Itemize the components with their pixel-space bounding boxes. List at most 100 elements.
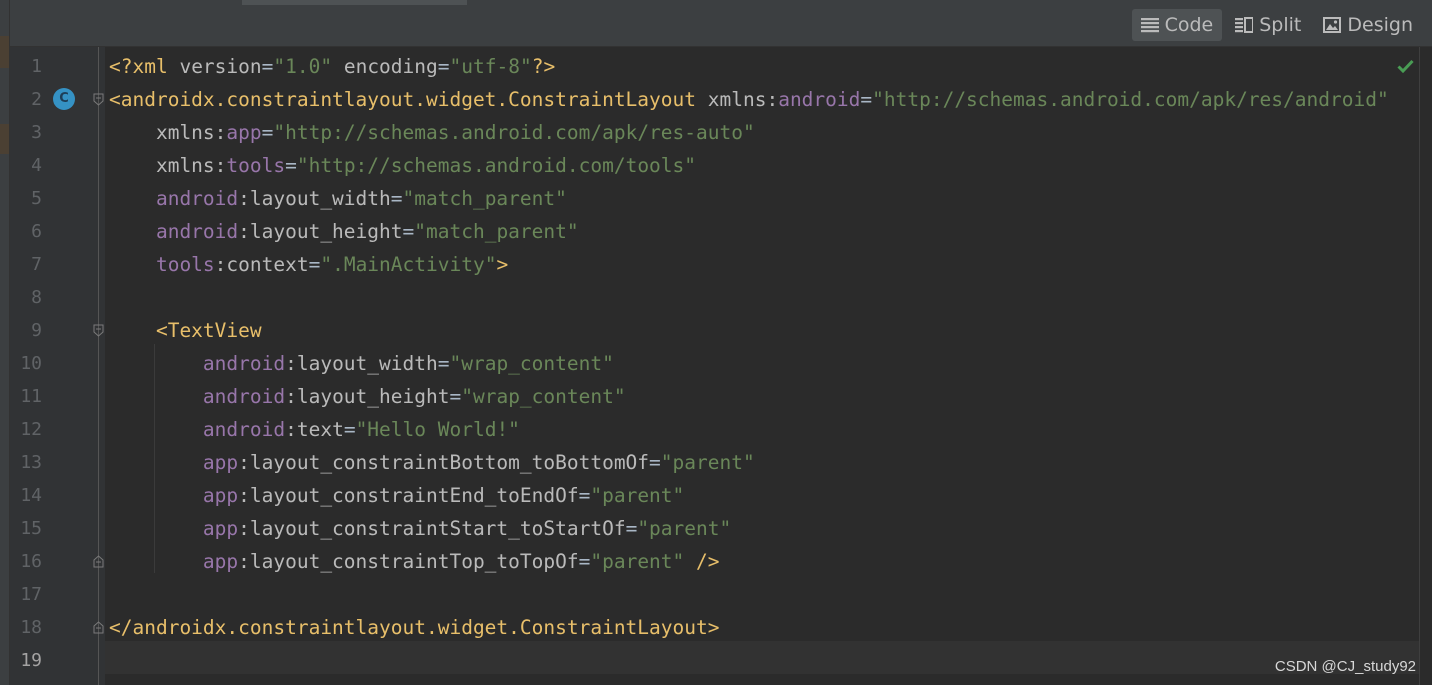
token-ns: android [778,88,861,111]
watermark: CSDN @CJ_study92 [1274,658,1416,675]
token-attr: xmlns: [109,154,227,177]
code-text: android:layout_width="match_parent" [109,182,567,215]
token-attr: :layout_height [238,220,403,243]
code-line[interactable]: 15 app:layout_constraintStart_toStartOf=… [10,512,1432,545]
code-line[interactable]: 19 [10,644,1432,677]
token-ns: app [109,517,239,540]
line-number: 17 [20,584,42,605]
line-number: 6 [31,221,42,242]
code-line[interactable]: 10 android:layout_width="wrap_content" [10,347,1432,380]
line-number: 12 [20,419,42,440]
strip-marker [0,36,9,68]
code-line[interactable]: 8 [10,281,1432,314]
token-pun: = [343,418,356,441]
code-lines-icon [1140,17,1159,33]
code-line[interactable]: 13 app:layout_constraintBottom_toBottomO… [10,446,1432,479]
token-str: "http://schemas.android.com/apk/res/andr… [872,88,1389,111]
code-line[interactable]: 5 android:layout_width="match_parent" [10,182,1432,215]
line-number: 2 [31,89,42,110]
code-line[interactable]: 7 tools:context=".MainActivity"> [10,248,1432,281]
token-pun: = [649,451,661,474]
strip-marker [0,124,9,154]
line-number: 19 [20,650,42,671]
line-number: 5 [31,188,42,209]
token-pun: = [449,385,462,408]
token-str: ".MainActivity" [320,253,497,276]
code-text: app:layout_constraintStart_toStartOf="pa… [109,512,731,545]
token-pun: = [860,88,873,111]
editor-toolbar: Code Split Design [10,0,1432,47]
token-attr: xmlns: [109,121,227,144]
code-text: <TextView [109,314,262,347]
code-line[interactable]: 1 <?xml version="1.0" encoding="utf-8"?> [10,50,1432,83]
code-text: </androidx.constraintlayout.widget.Const… [109,611,719,644]
code-line[interactable]: 14 app:layout_constraintEnd_toEndOf="par… [10,479,1432,512]
code-line[interactable]: 17 [10,578,1432,611]
code-line[interactable]: 4 xmlns:tools="http://schemas.android.co… [10,149,1432,182]
token-attr: encoding [332,55,438,78]
token-tag: <TextView [109,319,262,342]
line-number: 11 [20,386,42,407]
code-text: <androidx.constraintlayout.widget.Constr… [109,83,1389,116]
line-number: 10 [20,353,42,374]
code-line[interactable]: 3 xmlns:app="http://schemas.android.com/… [10,116,1432,149]
fold-marker-icon[interactable] [93,621,104,634]
token-pun: = [308,253,321,276]
token-attr: :text [285,418,344,441]
line-number: 16 [20,551,42,572]
token-pun: = [261,55,274,78]
code-text: xmlns:app="http://schemas.android.com/ap… [109,116,755,149]
code-line[interactable]: 11 android:layout_height="wrap_content" [10,380,1432,413]
token-pun: = [437,55,450,78]
token-str: "Hello World!" [355,418,520,441]
split-view-button[interactable]: Split [1226,9,1310,41]
token-str: "parent" [590,550,685,573]
code-text: xmlns:tools="http://schemas.android.com/… [109,149,696,182]
token-ns: tools [109,253,215,276]
token-pun: = [578,484,591,507]
code-line[interactable]: 12 android:text="Hello World!" [10,413,1432,446]
token-pun: = [402,220,415,243]
image-icon [1323,17,1342,33]
code-text: app:layout_constraintEnd_toEndOf="parent… [109,479,684,512]
code-editor[interactable]: 1 <?xml version="1.0" encoding="utf-8"?> 2… [10,47,1432,685]
token-ns: android [109,352,286,375]
token-tag: ?> [531,55,556,78]
token-str: "http://schemas.android.com/tools" [296,154,697,177]
editor-tab-indicator[interactable] [242,0,467,5]
design-view-button[interactable]: Design [1314,9,1422,41]
line-number: 4 [31,155,42,176]
token-ns: android [109,418,286,441]
token-ns: app [109,451,239,474]
token-tag: <?xml [109,55,180,78]
code-line[interactable]: 2 C <androidx.constraintlayout.widget.Cons… [10,83,1432,116]
fold-marker-icon[interactable] [93,324,104,337]
line-number: 18 [20,617,42,638]
code-line[interactable]: 18 </androidx.constraintlayout.widget.Con… [10,611,1432,644]
related-class-badge-icon[interactable]: C [53,88,75,110]
view-mode-switch: Code Split Design [1131,9,1422,41]
fold-marker-icon[interactable] [93,93,104,106]
token-attr: xmlns: [707,88,779,111]
token-ns: app [226,121,262,144]
token-str: "parent" [660,451,755,474]
code-line[interactable]: 16 app:layout_constraintTop_toTopOf="par… [10,545,1432,578]
split-view-label: Split [1259,14,1302,36]
code-view-button[interactable]: Code [1131,9,1223,41]
token-tag: /> [684,550,720,573]
token-attr: :layout_height [285,385,450,408]
token-ns: app [109,484,239,507]
token-str: "match_parent" [402,187,567,210]
line-number: 1 [31,56,42,77]
code-text: android:layout_height="wrap_content" [109,380,626,413]
token-str: "parent" [637,517,732,540]
token-ns: android [109,220,239,243]
code-text: android:text="Hello World!" [109,413,520,446]
token-attr: :layout_width [285,352,438,375]
code-text: <?xml version="1.0" encoding="utf-8"?> [109,50,555,83]
token-attr: :layout_constraintStart_toStartOf [238,517,626,540]
fold-marker-icon[interactable] [93,555,104,568]
code-line[interactable]: 6 android:layout_height="match_parent" [10,215,1432,248]
code-line[interactable]: 9 <TextView [10,314,1432,347]
code-text: tools:context=".MainActivity"> [109,248,508,281]
